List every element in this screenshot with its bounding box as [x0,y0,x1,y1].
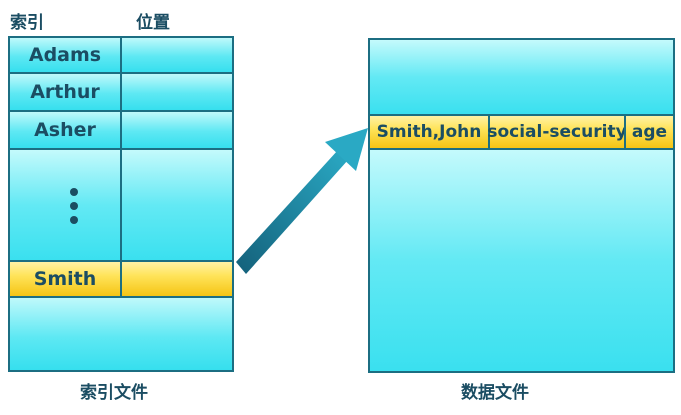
record-field-name: Smith,John [368,114,490,150]
record-field-label: age [631,122,668,142]
data-file-box: Smith,John social-security age [368,38,675,373]
data-file-top [368,38,675,116]
arrow-shaft [236,150,348,274]
record-field-ssn: social-security [487,114,627,150]
record-field-age: age [624,114,675,150]
data-file-caption: 数据文件 [461,383,529,403]
data-file-bottom [368,148,675,373]
record-field-label: social-security [487,122,627,142]
record-field-label: Smith,John [376,122,482,142]
